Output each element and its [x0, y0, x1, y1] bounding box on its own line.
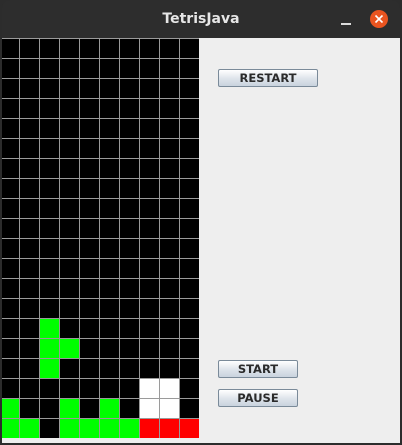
- board-block: [99, 398, 119, 418]
- board-block: [19, 418, 39, 438]
- main-panel: RESTART START PAUSE: [2, 38, 400, 443]
- board-block: [99, 418, 119, 438]
- restart-button[interactable]: RESTART: [218, 69, 318, 87]
- board-block: [119, 418, 139, 438]
- board-block: [159, 418, 179, 438]
- board-block: [79, 418, 99, 438]
- board-block: [2, 418, 19, 438]
- board-grid: [2, 38, 199, 438]
- board-block: [139, 398, 159, 418]
- board-block: [59, 398, 79, 418]
- board-block: [179, 418, 199, 438]
- board-block: [159, 398, 179, 418]
- start-button[interactable]: START: [218, 360, 298, 378]
- board-block: [39, 358, 59, 378]
- minimize-icon: [341, 23, 351, 25]
- pause-button[interactable]: PAUSE: [218, 389, 298, 407]
- board-block: [2, 398, 19, 418]
- board-block: [59, 338, 79, 358]
- app-window: TetrisJava RESTART START PAUSE: [2, 0, 400, 443]
- board-block: [159, 378, 179, 398]
- board-block: [139, 418, 159, 438]
- minimize-button[interactable]: [336, 10, 356, 30]
- close-icon: [374, 14, 384, 24]
- board-block: [39, 318, 59, 338]
- board-block: [39, 338, 59, 358]
- title-bar[interactable]: TetrisJava: [2, 0, 400, 38]
- board-block: [139, 378, 159, 398]
- tetris-board: [2, 38, 199, 438]
- board-block: [59, 418, 79, 438]
- close-button[interactable]: [370, 10, 388, 28]
